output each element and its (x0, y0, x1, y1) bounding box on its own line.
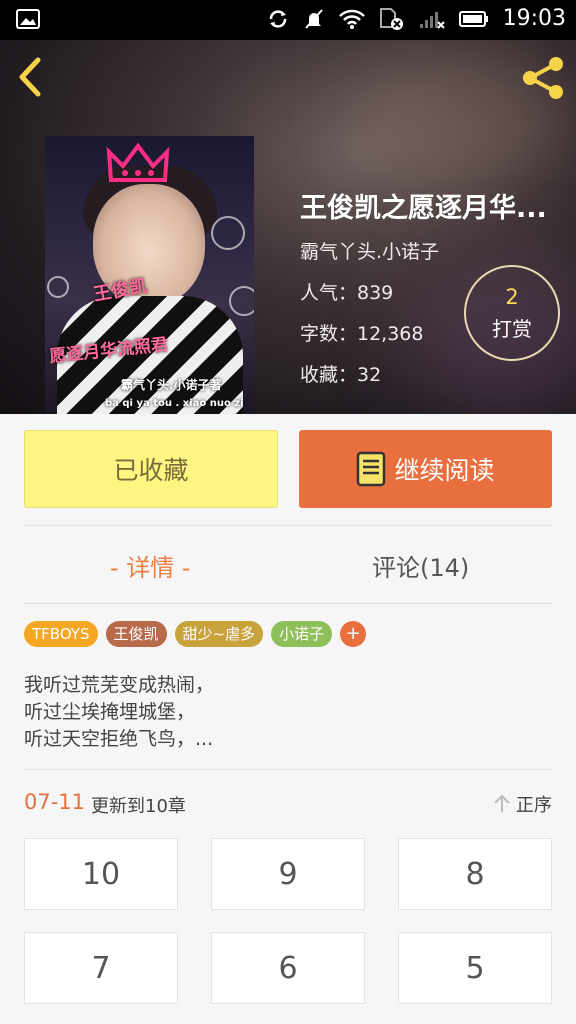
chapter-button[interactable]: 10 (24, 838, 178, 910)
book-cover[interactable]: 王俊凯 愿逐月华流照君 霸气丫头.小诺子著 ba qi ya tou . xia… (45, 136, 254, 414)
share-icon[interactable] (520, 54, 568, 102)
sort-label: 正序 (516, 795, 552, 816)
sort-up-icon (494, 794, 510, 812)
book-summary[interactable]: 我听过荒芜变成热闹， 听过尘埃掩埋城堡， 听过天空拒绝飞鸟，... (24, 672, 544, 753)
summary-line: 听过天空拒绝飞鸟，... (24, 728, 214, 750)
continue-reading-label: 继续阅读 (394, 456, 495, 485)
cover-author-text: 霸气丫头.小诺子著 (121, 378, 222, 392)
tab-details[interactable]: - 详情 - (110, 548, 191, 583)
divider (24, 603, 552, 604)
wifi-icon (338, 9, 365, 29)
book-header: 王俊凯 愿逐月华流照君 霸气丫头.小诺子著 ba qi ya tou . xia… (0, 40, 576, 414)
tab-comments[interactable]: 评论(14) (372, 548, 469, 583)
tag-item[interactable]: 甜少~虐多 (174, 621, 264, 647)
crown-icon (106, 142, 170, 182)
update-text: 更新到10章 (91, 796, 186, 817)
book-author[interactable]: 霸气丫头.小诺子 (300, 237, 560, 264)
book-favorites: 收藏：32 (300, 364, 382, 386)
battery-icon (458, 10, 488, 27)
summary-line: 我听过荒芜变成热闹， (24, 674, 215, 696)
chapter-button[interactable]: 6 (211, 932, 365, 1004)
collected-label: 已收藏 (113, 456, 189, 485)
update-date: 07-11 (24, 790, 86, 814)
summary-line: 听过尘埃掩埋城堡， (24, 701, 196, 723)
tag-item[interactable]: 王俊凯 (105, 621, 167, 647)
sim-card-icon (379, 7, 403, 30)
sort-order-button[interactable]: 正序 (492, 791, 552, 817)
chapter-button[interactable]: 9 (211, 838, 365, 910)
collected-button[interactable]: 已收藏 (24, 430, 278, 508)
divider (24, 769, 552, 770)
signal-icon (419, 11, 445, 29)
add-tag-button[interactable]: + (340, 621, 367, 647)
chapter-button[interactable]: 5 (398, 932, 552, 1004)
reward-button[interactable]: 2 打赏 (464, 265, 560, 361)
sync-icon (269, 9, 286, 28)
mute-icon (304, 8, 323, 29)
book-icon (357, 451, 386, 487)
chapter-button[interactable]: 8 (398, 838, 552, 910)
cover-pinyin-text: ba qi ya tou . xiao nuo zi (105, 398, 244, 409)
reward-count: 2 (505, 285, 519, 309)
tag-item[interactable]: 小诺子 (271, 621, 333, 647)
tag-item[interactable]: TFBOYS (24, 621, 98, 647)
back-icon[interactable] (10, 52, 50, 102)
tag-list: TFBOYS 王俊凯 甜少~虐多 小诺子 + (24, 621, 367, 647)
divider (24, 525, 552, 526)
reward-label: 打赏 (492, 317, 532, 341)
book-title: 王俊凯之愿逐月华... (300, 193, 547, 224)
status-bar: 19:03 (0, 0, 576, 40)
gallery-notification-icon (16, 9, 40, 29)
continue-reading-button[interactable]: 继续阅读 (299, 430, 552, 508)
chapter-button[interactable]: 7 (24, 932, 178, 1004)
status-time: 19:03 (502, 6, 566, 31)
